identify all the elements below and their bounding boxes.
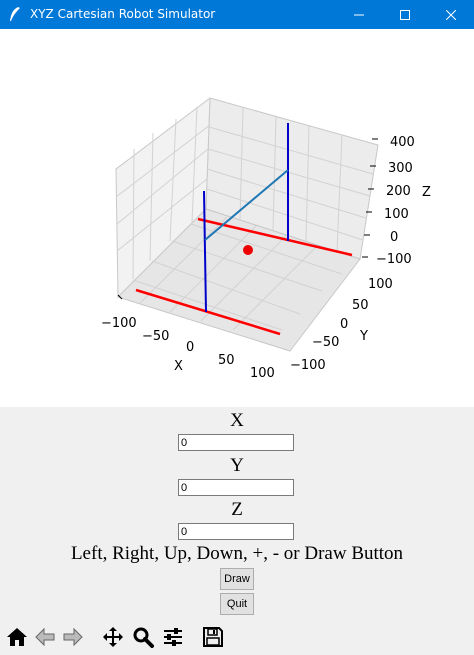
y-tick-label: 100 (368, 277, 393, 292)
instructions-text: Left, Right, Up, Down, +, - or Draw Butt… (70, 543, 404, 564)
close-button[interactable] (428, 0, 474, 29)
z-axis-label: Z (422, 185, 431, 200)
x-tick-label: 50 (218, 353, 235, 368)
x-tick-label: −50 (142, 329, 169, 344)
z-tick-label: 400 (390, 135, 415, 150)
x-tick-label: −100 (101, 316, 137, 331)
navigation-toolbar (0, 620, 474, 655)
draw-button[interactable]: Draw (220, 568, 254, 590)
window-title: XYZ Cartesian Robot Simulator (30, 7, 216, 21)
plot-3d-axes[interactable]: −100 −50 0 50 100 X 100 50 0 −50 −100 Y … (0, 29, 474, 407)
z-tick-label: −100 (376, 252, 412, 267)
pan-button[interactable] (100, 624, 126, 650)
configure-subplots-icon (164, 628, 182, 646)
configure-subplots-button[interactable] (160, 624, 186, 650)
back-arrow-icon (35, 627, 55, 647)
home-icon (7, 628, 27, 646)
z-tick-label: 0 (390, 230, 398, 245)
y-tick-label: −100 (290, 358, 326, 373)
title-bar: XYZ Cartesian Robot Simulator (0, 0, 474, 29)
forward-arrow-icon (63, 627, 83, 647)
x-tick-label: 0 (186, 340, 194, 355)
maximize-icon (400, 9, 410, 20)
forward-button[interactable] (60, 624, 86, 650)
maximize-button[interactable] (382, 0, 428, 29)
z-label: Z (231, 499, 243, 520)
x-label: X (230, 410, 244, 431)
zoom-button[interactable] (130, 624, 156, 650)
x-tick-label: 100 (250, 366, 275, 381)
pan-icon (103, 627, 123, 647)
z-tick-label: 200 (386, 184, 411, 199)
z-tick-label: 300 (388, 161, 413, 176)
z-tick-label: 100 (384, 207, 409, 222)
save-button[interactable] (200, 624, 226, 650)
y-tick-label: 0 (340, 317, 348, 332)
end-effector-point (243, 245, 253, 255)
save-icon (203, 627, 223, 647)
y-tick-label: 50 (352, 298, 369, 313)
quit-button[interactable]: Quit (220, 593, 254, 615)
close-icon (446, 9, 456, 20)
back-button[interactable] (32, 624, 58, 650)
y-axis-label: Y (359, 329, 368, 344)
minimize-button[interactable] (336, 0, 382, 29)
z-input[interactable] (178, 523, 294, 540)
home-button[interactable] (4, 624, 30, 650)
minimize-icon (354, 14, 364, 15)
feather-icon (10, 7, 20, 21)
zoom-icon (133, 627, 154, 648)
x-axis-label: X (174, 359, 183, 374)
y-label: Y (230, 455, 244, 476)
control-panel: X Y Z Left, Right, Up, Down, +, - or Dra… (0, 407, 474, 655)
y-tick-label: −50 (312, 335, 339, 350)
x-input[interactable] (178, 434, 294, 451)
y-input[interactable] (178, 479, 294, 496)
plot-canvas[interactable]: −100 −50 0 50 100 X 100 50 0 −50 −100 Y … (0, 29, 474, 407)
